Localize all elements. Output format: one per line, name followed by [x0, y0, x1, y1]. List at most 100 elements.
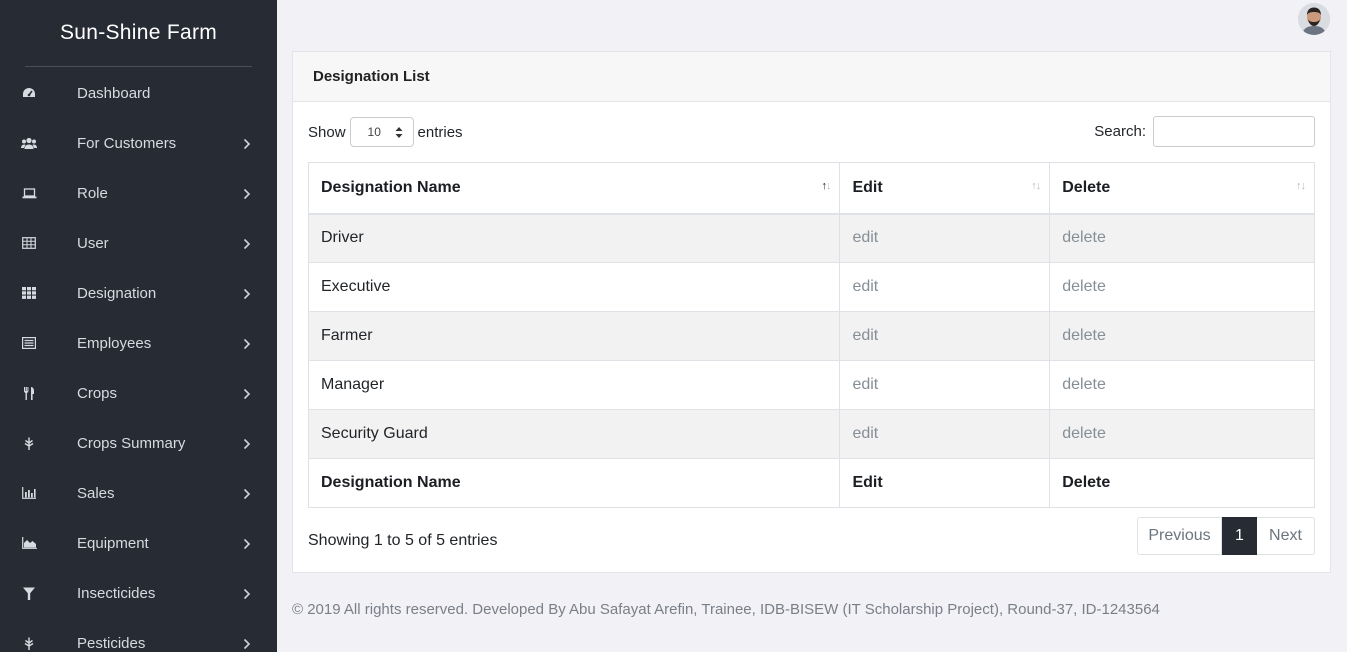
sidebar-item-label: Crops Summary — [77, 434, 186, 452]
filter-icon — [21, 586, 37, 600]
copyright-footer: © 2019 All rights reserved. Developed By… — [292, 601, 1160, 618]
table-footer-row: Designation Name Edit Delete — [307, 458, 1315, 508]
sidebar-item-dashboard[interactable]: Dashboard — [0, 68, 277, 118]
chevron-right-icon — [243, 287, 251, 300]
footer-edit: Edit — [839, 458, 1051, 508]
sidebar-item-crops-summary[interactable]: Crops Summary — [0, 418, 277, 468]
chevron-right-icon — [243, 437, 251, 450]
sidebar-item-label: Dashboard — [77, 84, 151, 102]
sort-icon: ↑↓ — [1031, 180, 1041, 192]
delete-link[interactable]: delete — [1049, 311, 1315, 361]
column-header-edit[interactable]: Edit ↑↓ — [839, 162, 1051, 215]
delete-link[interactable]: delete — [1049, 262, 1315, 312]
sidebar-item-insecticides[interactable]: Insecticides — [0, 568, 277, 618]
sidebar-item-user[interactable]: User — [0, 218, 277, 268]
page-1-button[interactable]: 1 — [1222, 517, 1257, 555]
edit-link[interactable]: edit — [839, 262, 1051, 312]
sidebar-item-pesticides[interactable]: Pesticides — [0, 618, 277, 652]
entries-select[interactable]: 10 — [349, 117, 414, 147]
designation-name-cell: Executive — [307, 262, 841, 312]
sidebar-item-label: Crops — [77, 384, 118, 402]
edit-link[interactable]: edit — [839, 311, 1051, 361]
edit-link[interactable]: edit — [839, 360, 1051, 410]
sidebar-item-label: For Customers — [77, 134, 177, 152]
table-row: Manager edit delete — [307, 360, 1315, 410]
card-title: Designation List — [293, 52, 1330, 102]
dashboard-icon — [21, 86, 37, 100]
next-button[interactable]: Next — [1257, 517, 1315, 555]
id-card-icon — [21, 336, 37, 350]
table-row: Farmer edit delete — [307, 311, 1315, 361]
chevron-right-icon — [243, 537, 251, 550]
sidebar-item-designation[interactable]: Designation — [0, 268, 277, 318]
bar-chart-icon — [21, 486, 37, 500]
sidebar-item-for-customers[interactable]: For Customers — [0, 118, 277, 168]
sidebar-item-employees[interactable]: Employees — [0, 318, 277, 368]
designation-name-cell: Farmer — [307, 311, 841, 361]
delete-link[interactable]: delete — [1049, 360, 1315, 410]
table-info: Showing 1 to 5 of 5 entries — [308, 532, 498, 549]
column-header-designation-name[interactable]: Designation Name ↑↓ — [307, 162, 841, 215]
column-header-label: Delete — [1062, 178, 1111, 196]
pagination: Previous 1 Next — [1137, 517, 1315, 555]
designation-list-card: Designation List Show 10 entries Search:… — [292, 51, 1331, 573]
sidebar: Sun-Shine Farm Dashboard For Customers R… — [0, 0, 277, 652]
sidebar-item-label: Insecticides — [77, 584, 156, 602]
table-row: Driver edit delete — [307, 213, 1315, 263]
sidebar-nav: Dashboard For Customers Role User Design… — [0, 68, 277, 652]
utensils-icon — [21, 386, 37, 400]
avatar[interactable] — [1298, 3, 1330, 35]
entries-select-value: 10 — [367, 125, 381, 139]
previous-button[interactable]: Previous — [1137, 517, 1222, 555]
footer-delete: Delete — [1049, 458, 1315, 508]
chevron-right-icon — [243, 237, 251, 250]
sidebar-item-label: Role — [77, 184, 108, 202]
grid-icon — [21, 286, 37, 300]
length-control: Show 10 entries — [308, 117, 463, 147]
laptop-icon — [21, 186, 37, 200]
search-label: Search: — [1094, 123, 1146, 140]
chevron-right-icon — [243, 487, 251, 500]
entries-label: entries — [417, 123, 463, 141]
edit-link[interactable]: edit — [839, 409, 1051, 459]
sidebar-item-sales[interactable]: Sales — [0, 468, 277, 518]
column-header-label: Edit — [852, 178, 883, 196]
show-label: Show — [308, 123, 346, 141]
leaf-icon — [21, 436, 37, 450]
edit-link[interactable]: edit — [839, 213, 1051, 263]
users-icon — [21, 136, 37, 150]
area-chart-icon — [21, 536, 37, 550]
search-input[interactable] — [1153, 116, 1315, 147]
sidebar-item-label: Pesticides — [77, 634, 146, 652]
search-control: Search: — [1094, 116, 1315, 147]
sidebar-item-crops[interactable]: Crops — [0, 368, 277, 418]
delete-link[interactable]: delete — [1049, 409, 1315, 459]
table-icon — [21, 236, 37, 250]
chevron-right-icon — [243, 637, 251, 650]
leaf-icon — [21, 636, 37, 650]
sidebar-item-role[interactable]: Role — [0, 168, 277, 218]
sidebar-item-label: Designation — [77, 284, 157, 302]
chevron-right-icon — [243, 337, 251, 350]
table-row: Executive edit delete — [307, 262, 1315, 312]
sidebar-item-label: Sales — [77, 484, 115, 502]
brand-title[interactable]: Sun-Shine Farm — [25, 0, 252, 67]
chevron-right-icon — [243, 587, 251, 600]
table-row: Security Guard edit delete — [307, 409, 1315, 459]
sort-icon: ↑↓ — [821, 180, 831, 192]
designation-table: Designation Name ↑↓ Edit ↑↓ Delete ↑↓ Dr… — [307, 162, 1315, 508]
chevron-right-icon — [243, 137, 251, 150]
column-header-label: Designation Name — [321, 178, 461, 196]
column-header-delete[interactable]: Delete ↑↓ — [1049, 162, 1315, 215]
sidebar-item-equipment[interactable]: Equipment — [0, 518, 277, 568]
designation-name-cell: Security Guard — [307, 409, 841, 459]
chevron-right-icon — [243, 387, 251, 400]
sidebar-item-label: Equipment — [77, 534, 149, 552]
designation-name-cell: Manager — [307, 360, 841, 410]
sidebar-item-label: User — [77, 234, 109, 252]
delete-link[interactable]: delete — [1049, 213, 1315, 263]
select-arrows-icon — [395, 126, 403, 139]
designation-name-cell: Driver — [307, 213, 841, 263]
footer-designation-name: Designation Name — [307, 458, 841, 508]
sidebar-item-label: Employees — [77, 334, 152, 352]
